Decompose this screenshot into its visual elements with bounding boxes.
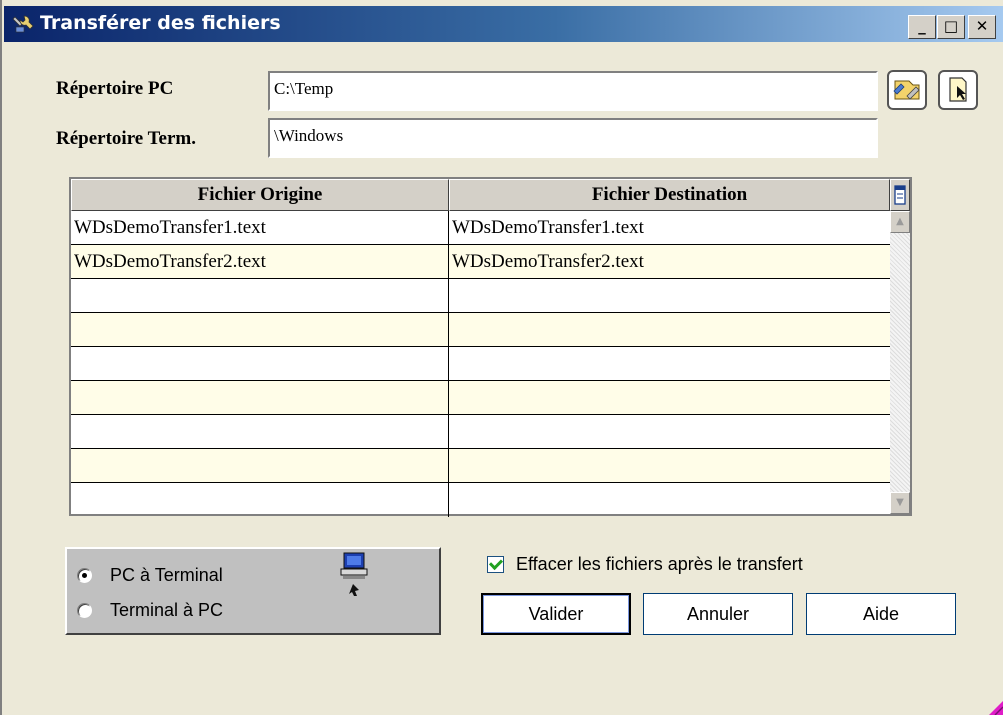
delete-after-transfer-option[interactable]: Effacer les fichiers après le transfert bbox=[487, 554, 803, 575]
radio-terminal-to-pc[interactable]: Terminal à PC bbox=[77, 600, 223, 621]
radio-label: PC à Terminal bbox=[110, 565, 223, 585]
table-row[interactable] bbox=[71, 415, 890, 449]
origin-cell[interactable] bbox=[71, 449, 449, 482]
terminal-directory-label: Répertoire Term. bbox=[56, 128, 196, 149]
minimize-button[interactable]: _ bbox=[908, 15, 936, 39]
validate-button[interactable]: Valider bbox=[481, 593, 631, 635]
tools-transfer-icon bbox=[12, 14, 36, 34]
radio-button[interactable] bbox=[77, 603, 92, 618]
table-row[interactable]: WDsDemoTransfer2.text WDsDemoTransfer2.te… bbox=[71, 245, 890, 279]
destination-cell[interactable] bbox=[449, 313, 890, 346]
radio-button[interactable] bbox=[77, 568, 92, 583]
table-row[interactable]: WDsDemoTransfer1.text WDsDemoTransfer1.te… bbox=[71, 211, 890, 245]
scroll-up-icon: ▲ bbox=[896, 216, 904, 227]
table-row[interactable] bbox=[71, 483, 890, 517]
scroll-up-button[interactable]: ▲ bbox=[890, 211, 910, 233]
origin-cell[interactable] bbox=[71, 313, 449, 346]
help-button[interactable]: Aide bbox=[806, 593, 956, 635]
destination-cell[interactable]: WDsDemoTransfer1.text bbox=[449, 211, 890, 244]
table-row[interactable] bbox=[71, 313, 890, 347]
pc-directory-label: Répertoire PC bbox=[56, 78, 174, 99]
scroll-down-icon: ▼ bbox=[896, 497, 904, 508]
destination-cell[interactable] bbox=[449, 415, 890, 448]
scroll-down-button[interactable]: ▼ bbox=[890, 492, 910, 514]
close-icon: ✕ bbox=[975, 17, 989, 35]
terminal-directory-input[interactable]: \Windows bbox=[268, 118, 878, 158]
destination-cell[interactable] bbox=[449, 483, 890, 517]
pc-directory-input[interactable]: C:\Temp bbox=[268, 71, 878, 111]
origin-cell[interactable]: WDsDemoTransfer1.text bbox=[71, 211, 449, 244]
origin-cell[interactable]: WDsDemoTransfer2.text bbox=[71, 245, 449, 278]
destination-cell[interactable] bbox=[449, 449, 890, 482]
file-table: Fichier Origine Fichier Destination WDsD… bbox=[69, 177, 912, 517]
cancel-button[interactable]: Annuler bbox=[643, 593, 793, 635]
window-title: Transférer des fichiers bbox=[40, 12, 281, 34]
column-menu-button[interactable] bbox=[890, 179, 910, 211]
close-button[interactable]: ✕ bbox=[968, 15, 996, 39]
title-bar[interactable]: Transférer des fichiers _ □ ✕ bbox=[4, 6, 1003, 42]
origin-cell[interactable] bbox=[71, 415, 449, 448]
open-file-button[interactable] bbox=[938, 70, 978, 110]
radio-label: Terminal à PC bbox=[110, 600, 224, 620]
destination-cell[interactable] bbox=[449, 381, 890, 414]
table-row[interactable] bbox=[71, 381, 890, 415]
radio-pc-to-terminal[interactable]: PC à Terminal bbox=[77, 565, 223, 586]
maximize-icon: □ bbox=[943, 17, 959, 35]
transfer-direction-group: PC à Terminal Terminal à PC bbox=[65, 547, 441, 635]
maximize-button[interactable]: □ bbox=[937, 15, 965, 39]
destination-cell[interactable]: WDsDemoTransfer2.text bbox=[449, 245, 890, 278]
destination-cell[interactable] bbox=[449, 347, 890, 380]
table-scrollbar[interactable]: ▲ ▼ bbox=[890, 211, 910, 514]
origin-cell[interactable] bbox=[71, 483, 449, 517]
delete-after-transfer-checkbox[interactable] bbox=[487, 556, 504, 573]
resize-grip-icon[interactable] bbox=[987, 699, 1003, 715]
origin-cell[interactable] bbox=[71, 381, 449, 414]
table-header: Fichier Origine Fichier Destination bbox=[71, 179, 890, 211]
origin-cell[interactable] bbox=[71, 347, 449, 380]
column-header-destination[interactable]: Fichier Destination bbox=[449, 179, 890, 211]
table-row[interactable] bbox=[71, 347, 890, 381]
minimize-icon: _ bbox=[918, 17, 926, 35]
table-body: WDsDemoTransfer1.text WDsDemoTransfer1.te… bbox=[71, 211, 890, 517]
transfer-dialog: Transférer des fichiers _ □ ✕ Répertoire… bbox=[0, 0, 1003, 715]
column-header-origin[interactable]: Fichier Origine bbox=[71, 179, 449, 211]
destination-cell[interactable] bbox=[449, 279, 890, 312]
computer-icon bbox=[339, 551, 373, 606]
browse-folder-button[interactable] bbox=[887, 70, 927, 110]
table-row[interactable] bbox=[71, 279, 890, 313]
delete-after-transfer-label: Effacer les fichiers après le transfert bbox=[516, 554, 803, 574]
origin-cell[interactable] bbox=[71, 279, 449, 312]
table-row[interactable] bbox=[71, 449, 890, 483]
